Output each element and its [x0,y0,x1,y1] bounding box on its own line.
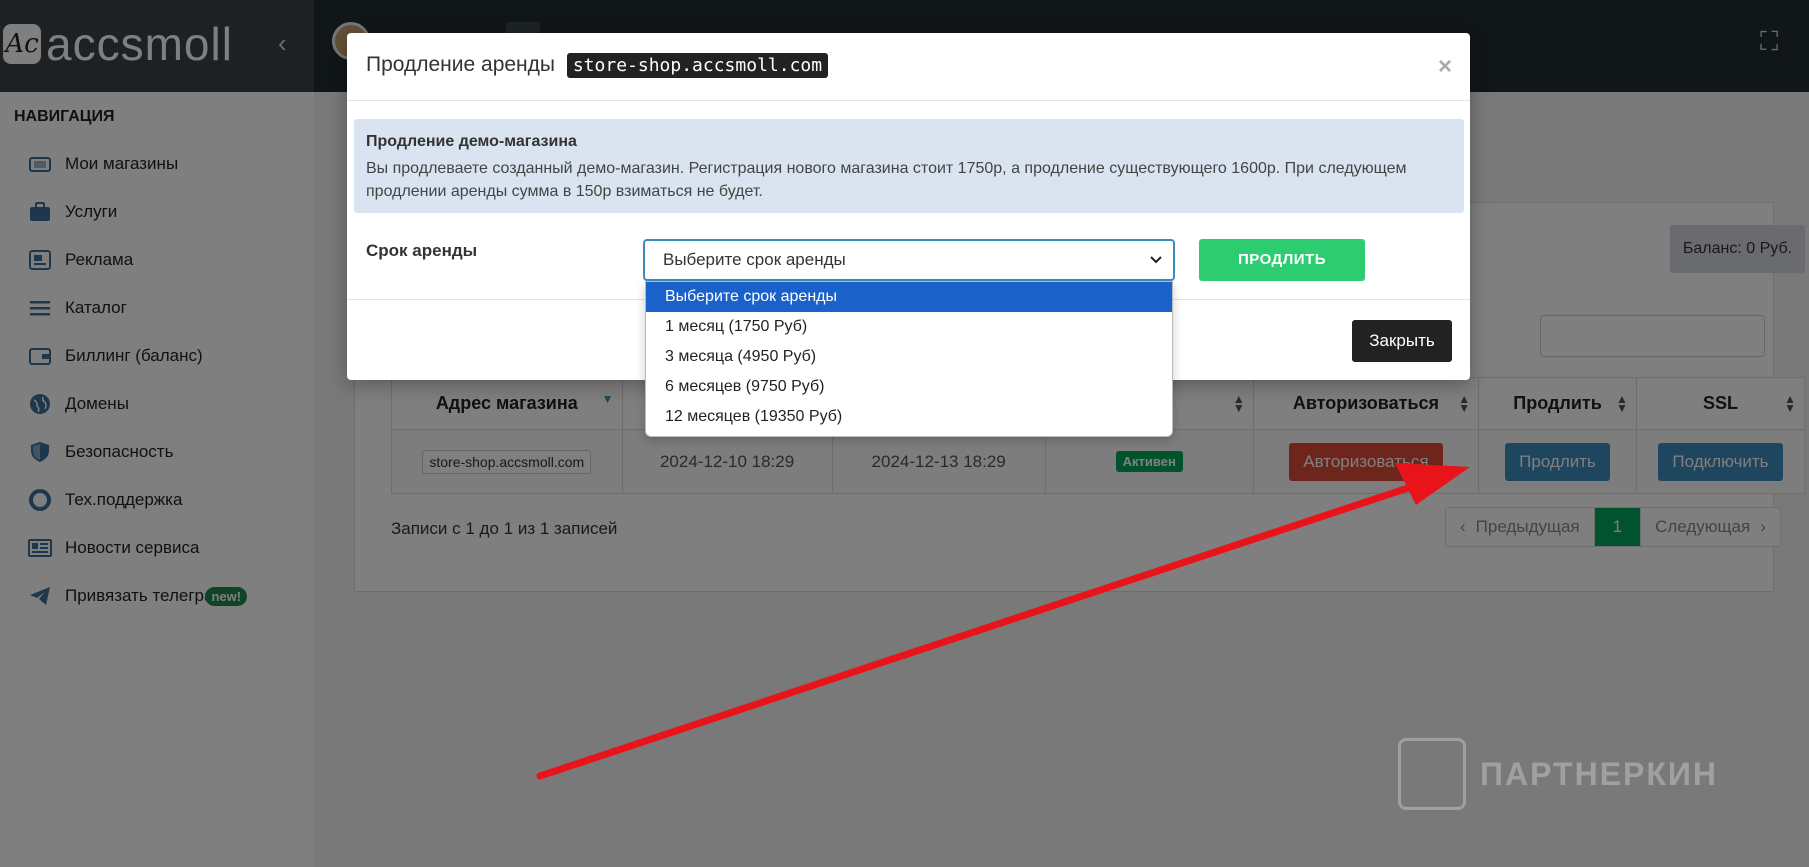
modal-header: Продление аренды store-shop.accsmoll.com… [347,33,1470,101]
dropdown-option[interactable]: 1 месяц (1750 Руб) [646,312,1172,342]
dropdown-option[interactable]: Выберите срок аренды [646,282,1172,312]
watermark-text: ПАРТНЕРКИН [1480,755,1719,792]
dropdown-option[interactable]: 6 месяцев (9750 Руб) [646,372,1172,402]
close-button[interactable]: Закрыть [1352,320,1452,362]
modal-title: Продление аренды store-shop.accsmoll.com [366,53,829,78]
info-callout: Продление демо-магазина Вы продлеваете с… [354,119,1464,213]
info-title: Продление демо-магазина [366,133,577,150]
watermark: ПАРТНЕРКИН [1398,738,1718,810]
dropdown-option[interactable]: 12 месяцев (19350 Руб) [646,402,1172,432]
term-select[interactable]: Выберите срок аренды [643,239,1175,281]
term-label: Срок аренды [366,241,478,260]
info-text: Вы продлеваете созданный демо-магазин. Р… [366,160,1407,200]
dropdown-option[interactable]: 3 месяца (4950 Руб) [646,342,1172,372]
watermark-logo-icon [1398,738,1466,810]
extend-submit-button[interactable]: ПРОДЛИТЬ [1199,239,1365,281]
modal-domain: store-shop.accsmoll.com [566,53,829,78]
term-dropdown: Выберите срок аренды 1 месяц (1750 Руб) … [645,281,1173,437]
close-icon[interactable]: × [1438,53,1452,81]
term-select-value: Выберите срок аренды [663,250,846,269]
